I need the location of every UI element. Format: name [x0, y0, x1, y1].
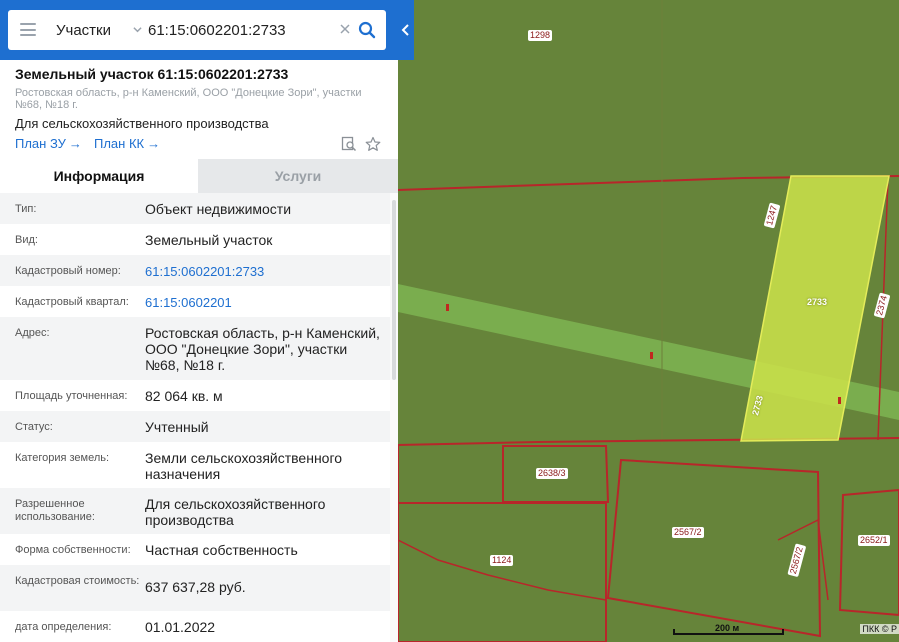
chevron-left-icon [401, 24, 409, 36]
tab-services[interactable]: Услуги [198, 159, 398, 193]
info-row-address: Адрес: Ростовская область, р-н Каменский… [0, 317, 390, 380]
map-attribution: ПКК © Р [860, 624, 899, 634]
parcel-boundary [398, 539, 607, 601]
collapse-panel-button[interactable] [398, 0, 414, 60]
info-value: Земли сельскохозяйственного назначения [145, 450, 343, 482]
panel-tabs: Информация Услуги [0, 159, 398, 193]
search-icon[interactable] [358, 21, 376, 39]
scale-tick [673, 629, 675, 635]
cadastral-map[interactable]: 1298 1247 2733 2374 2733 2638/3 2567/2 1… [398, 0, 899, 642]
parcel-2567-2[interactable] [606, 458, 822, 638]
info-row-status: Статус: Учтенный [0, 411, 390, 442]
scale-tick [782, 629, 784, 635]
plan-kk-link[interactable]: План КК → [94, 136, 160, 151]
info-label: Кадастровая стоимость: [15, 575, 140, 587]
plan-zu-link[interactable]: План ЗУ → [15, 136, 82, 151]
road-marker [446, 304, 449, 311]
info-value: Для сельскохозяйственного производства [145, 496, 326, 528]
info-label: Кадастровый номер: [15, 265, 121, 277]
info-label: Разрешенное использование: [15, 498, 95, 523]
plan-kk-label: План КК [94, 136, 145, 151]
object-address: Ростовская область, р-н Каменский, ООО "… [15, 87, 362, 111]
info-row-permitted-use: Разрешенное использование: Для сельскохо… [0, 488, 390, 534]
info-row-land-category: Категория земель: Земли сельскохозяйстве… [0, 442, 390, 488]
info-value: Объект недвижимости [145, 201, 292, 217]
info-label: Вид: [15, 234, 38, 246]
info-value: Учтенный [145, 419, 209, 435]
chevron-down-icon [133, 27, 142, 33]
info-label: Площадь уточненная: [15, 390, 128, 402]
parcel-boundary [777, 518, 829, 601]
scrollbar-thumb[interactable] [392, 200, 396, 380]
info-value: Земельный участок [145, 232, 273, 248]
search-box: Участки [8, 10, 386, 50]
search-bar: Участки [0, 0, 398, 60]
info-label: Форма собственности: [15, 544, 131, 556]
info-label: Кадастровый квартал: [15, 296, 129, 308]
tab-information[interactable]: Информация [0, 159, 198, 193]
object-type-label: Участки [56, 21, 111, 39]
parcel-label[interactable]: 2567/2 [672, 527, 704, 538]
info-value: 82 064 кв. м [145, 388, 223, 404]
search-input[interactable] [148, 18, 336, 42]
object-purpose: Для сельскохозяйственного производства [15, 116, 269, 131]
info-label: Тип: [15, 203, 37, 215]
hamburger-menu-icon[interactable] [20, 23, 36, 36]
info-row-type: Тип: Объект недвижимости [0, 193, 390, 224]
parcel-label[interactable]: 1298 [528, 30, 553, 41]
road-marker [838, 397, 841, 404]
scale-line [673, 633, 784, 635]
info-row-area: Площадь уточненная: 82 064 кв. м [0, 380, 390, 411]
parcel-label-selected[interactable]: 2733 [805, 297, 829, 308]
info-row-valuation-date: дата определения: 01.01.2022 [0, 611, 390, 642]
parcel-label[interactable]: 1124 [490, 555, 514, 566]
zoom-to-object-icon[interactable] [341, 136, 357, 152]
info-row-cadastral-value: Кадастровая стоимость: 637 637,28 руб. [0, 565, 390, 611]
info-row-cadastral-quarter: Кадастровый квартал: 61:15:0602201 [0, 286, 390, 317]
map-parcels-layer[interactable] [398, 0, 899, 642]
info-value: Ростовская область, р-н Каменский, ООО "… [145, 325, 380, 373]
road-marker [650, 352, 653, 359]
parcel-1124[interactable] [398, 502, 607, 642]
cadastral-quarter-link[interactable]: 61:15:0602201 [145, 295, 385, 311]
object-title: Земельный участок 61:15:0602201:2733 [15, 66, 289, 82]
object-type-select[interactable]: Участки [56, 10, 142, 50]
arrow-right-icon: → [147, 136, 161, 151]
parcel-label[interactable]: 2638/3 [536, 468, 568, 479]
info-label: дата определения: [15, 621, 112, 633]
info-row-cadastral-number: Кадастровый номер: 61:15:0602201:2733 [0, 255, 390, 286]
cadastral-number-link[interactable]: 61:15:0602201:2733 [145, 264, 385, 280]
clear-icon[interactable] [338, 22, 352, 36]
parcel-label[interactable]: 2652/1 [858, 535, 890, 546]
plan-zu-label: План ЗУ [15, 136, 66, 151]
info-value: 637 637,28 руб. [145, 579, 246, 595]
info-label: Категория земель: [15, 452, 110, 464]
info-label: Статус: [15, 421, 53, 433]
star-icon[interactable] [365, 136, 381, 152]
info-row-kind: Вид: Земельный участок [0, 224, 390, 255]
info-panel: Участки Земельный участок 61:15:0602201:… [0, 0, 398, 642]
arrow-right-icon: → [68, 136, 82, 151]
info-value: 01.01.2022 [145, 619, 216, 635]
info-label: Адрес: [15, 327, 50, 339]
scale-label: 200 м [715, 623, 740, 633]
map-scale-bar: 200 м [673, 623, 784, 636]
info-value: Частная собственность [145, 542, 298, 558]
info-row-ownership: Форма собственности: Частная собственнос… [0, 534, 390, 565]
parcel-2652-1[interactable] [838, 488, 899, 617]
